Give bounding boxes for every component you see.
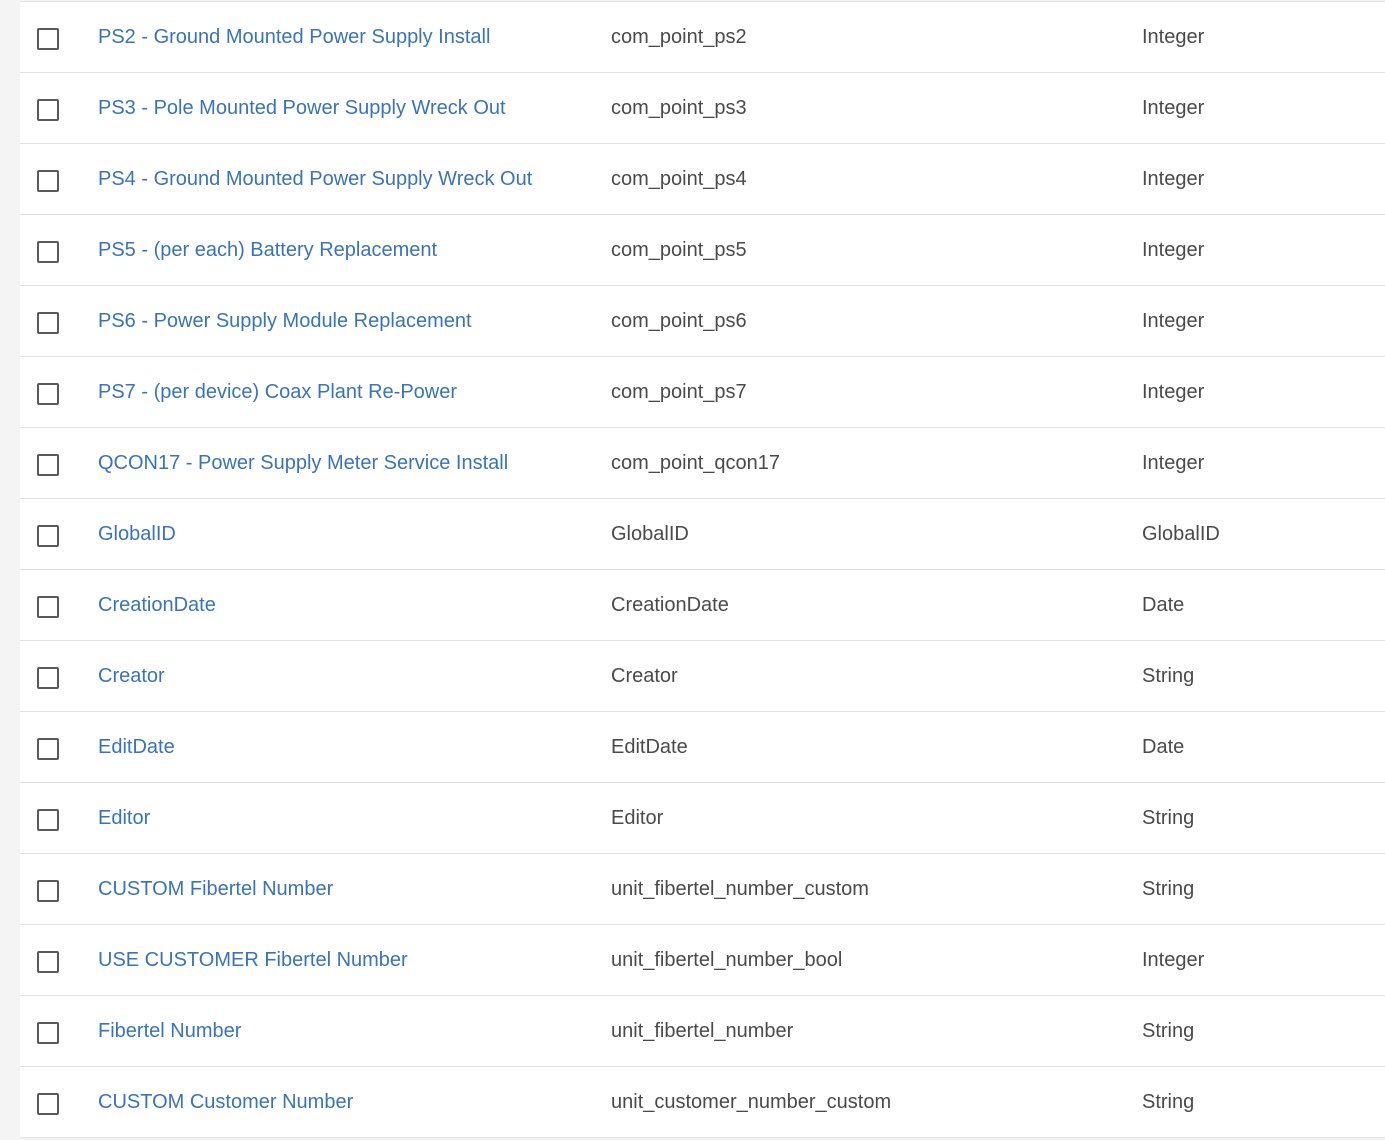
table-row: QCON17 - Power Supply Meter Service Inst… — [20, 428, 1385, 499]
field-alias-link[interactable]: CUSTOM Fibertel Number — [98, 854, 598, 924]
table-row: GlobalID GlobalID GlobalID — [20, 499, 1385, 570]
field-name: com_point_ps2 — [611, 26, 747, 48]
row-checkbox[interactable] — [37, 241, 59, 263]
field-type: Integer — [1142, 452, 1205, 474]
field-name: Editor — [611, 807, 664, 829]
field-name: Creator — [611, 665, 678, 687]
table-row: CUSTOM Customer Number unit_customer_num… — [20, 1067, 1385, 1138]
field-type: Integer — [1142, 97, 1205, 119]
row-checkbox[interactable] — [37, 880, 59, 902]
field-alias-link[interactable]: Editor — [98, 783, 598, 853]
field-type: Integer — [1142, 168, 1205, 190]
field-type: GlobalID — [1142, 523, 1220, 545]
row-checkbox[interactable] — [37, 809, 59, 831]
table-row: PS3 - Pole Mounted Power Supply Wreck Ou… — [20, 73, 1385, 144]
row-checkbox[interactable] — [37, 454, 59, 476]
field-alias-link[interactable]: PS5 - (per each) Battery Replacement — [98, 215, 598, 285]
table-row: USE CUSTOMER Fibertel Number unit_fibert… — [20, 925, 1385, 996]
row-checkbox[interactable] — [37, 951, 59, 973]
field-type: String — [1142, 1091, 1195, 1113]
field-alias-link[interactable]: Creator — [98, 641, 598, 711]
row-checkbox[interactable] — [37, 99, 59, 121]
field-type: Integer — [1142, 381, 1205, 403]
field-type: String — [1142, 878, 1195, 900]
table-row: PS7 - (per device) Coax Plant Re-Power c… — [20, 357, 1385, 428]
row-checkbox[interactable] — [37, 1093, 59, 1115]
table-row: EditDate EditDate Date — [20, 712, 1385, 783]
field-type: Integer — [1142, 949, 1205, 971]
field-name: com_point_ps4 — [611, 168, 747, 190]
fields-page: PS2 - Ground Mounted Power Supply Instal… — [0, 0, 1385, 1140]
field-name: com_point_ps5 — [611, 239, 747, 261]
field-alias-link[interactable]: PS6 - Power Supply Module Replacement — [98, 286, 598, 356]
table-row: PS4 - Ground Mounted Power Supply Wreck … — [20, 144, 1385, 215]
field-name: com_point_ps6 — [611, 310, 747, 332]
field-alias-link[interactable]: PS7 - (per device) Coax Plant Re-Power — [98, 357, 598, 427]
table-row: Creator Creator String — [20, 641, 1385, 712]
row-checkbox[interactable] — [37, 738, 59, 760]
field-type: Date — [1142, 736, 1185, 758]
field-name: GlobalID — [611, 523, 689, 545]
field-name: EditDate — [611, 736, 688, 758]
field-alias-link[interactable]: CUSTOM Customer Number — [98, 1067, 598, 1137]
row-checkbox[interactable] — [37, 596, 59, 618]
field-name: com_point_qcon17 — [611, 452, 781, 474]
field-alias-link[interactable]: GlobalID — [98, 499, 598, 569]
table-row: CreationDate CreationDate Date — [20, 570, 1385, 641]
field-alias-link[interactable]: CreationDate — [98, 570, 598, 640]
field-name: com_point_ps7 — [611, 381, 747, 403]
field-type: Date — [1142, 594, 1185, 616]
field-alias-link[interactable]: PS4 - Ground Mounted Power Supply Wreck … — [98, 144, 598, 214]
field-name: CreationDate — [611, 594, 729, 616]
row-checkbox[interactable] — [37, 667, 59, 689]
table-row: CUSTOM Fibertel Number unit_fibertel_num… — [20, 854, 1385, 925]
row-checkbox[interactable] — [37, 383, 59, 405]
table-row: PS5 - (per each) Battery Replacement com… — [20, 215, 1385, 286]
table-row: PS6 - Power Supply Module Replacement co… — [20, 286, 1385, 357]
field-name: com_point_ps3 — [611, 97, 747, 119]
field-alias-link[interactable]: PS2 - Ground Mounted Power Supply Instal… — [98, 2, 598, 72]
field-name: unit_fibertel_number — [611, 1020, 794, 1042]
table-row: PS2 - Ground Mounted Power Supply Instal… — [20, 2, 1385, 73]
field-type: String — [1142, 807, 1195, 829]
row-checkbox[interactable] — [37, 312, 59, 334]
row-checkbox[interactable] — [37, 170, 59, 192]
table-row: Editor Editor String — [20, 783, 1385, 854]
field-type: String — [1142, 1020, 1195, 1042]
field-type: String — [1142, 665, 1195, 687]
field-alias-link[interactable]: USE CUSTOMER Fibertel Number — [98, 925, 598, 995]
fields-table: PS2 - Ground Mounted Power Supply Instal… — [20, 1, 1385, 1138]
field-type: Integer — [1142, 310, 1205, 332]
field-type: Integer — [1142, 26, 1205, 48]
field-name: unit_customer_number_custom — [611, 1091, 892, 1113]
field-type: Integer — [1142, 239, 1205, 261]
field-alias-link[interactable]: QCON17 - Power Supply Meter Service Inst… — [98, 428, 598, 498]
field-name: unit_fibertel_number_bool — [611, 949, 843, 971]
row-checkbox[interactable] — [37, 525, 59, 547]
row-checkbox[interactable] — [37, 28, 59, 50]
field-name: unit_fibertel_number_custom — [611, 878, 869, 900]
field-alias-link[interactable]: EditDate — [98, 712, 598, 782]
field-alias-link[interactable]: PS3 - Pole Mounted Power Supply Wreck Ou… — [98, 73, 598, 143]
field-alias-link[interactable]: Fibertel Number — [98, 996, 598, 1066]
row-checkbox[interactable] — [37, 1022, 59, 1044]
table-row: Fibertel Number unit_fibertel_number Str… — [20, 996, 1385, 1067]
